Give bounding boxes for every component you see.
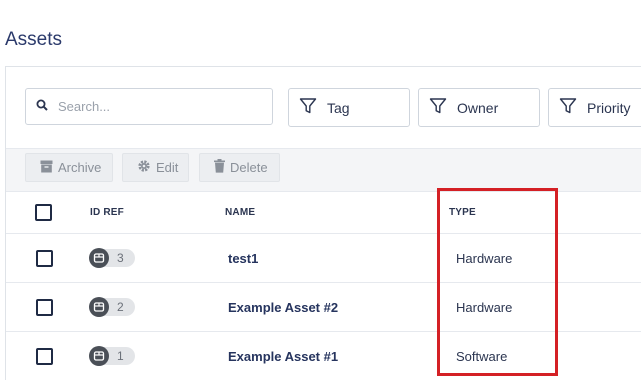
- row-checkbox[interactable]: [36, 249, 53, 267]
- column-header-type[interactable]: TYPE: [449, 192, 476, 233]
- archive-label: Archive: [58, 160, 102, 175]
- column-header-label: NAME: [225, 207, 256, 218]
- id-ref-badge: 1: [89, 346, 135, 366]
- asset-type: Software: [456, 348, 508, 364]
- delete-button[interactable]: Delete: [199, 153, 280, 182]
- row-select-cell: [36, 283, 53, 331]
- archive-icon: [40, 160, 53, 176]
- action-bar: Archive Edit Delete: [6, 149, 641, 192]
- column-header-label: ID REF: [90, 207, 124, 218]
- assets-table: ID REF NAME TYPE 3 test1 Hardware 2 Exam…: [6, 192, 641, 380]
- id-ref-number: 3: [117, 251, 124, 265]
- search-input[interactable]: [56, 98, 260, 115]
- gear-icon: [137, 159, 151, 176]
- page-title: Assets: [5, 29, 63, 50]
- type-cell: Hardware: [456, 283, 512, 331]
- table-row[interactable]: 1 Example Asset #1 Software: [6, 332, 641, 380]
- type-cell: Hardware: [456, 234, 512, 282]
- asset-box-icon: [89, 346, 109, 366]
- id-ref-badge: 3: [89, 248, 135, 268]
- owner-filter-button[interactable]: Owner: [418, 88, 540, 127]
- assets-panel: Tag Owner Priority Archive: [5, 66, 641, 380]
- archive-button[interactable]: Archive: [25, 153, 113, 182]
- filter-bar: Tag Owner Priority: [6, 67, 641, 149]
- type-cell: Software: [456, 332, 507, 380]
- search-box[interactable]: [25, 88, 273, 125]
- tag-filter-label: Tag: [327, 99, 350, 116]
- edit-label: Edit: [156, 160, 179, 175]
- asset-box-icon: [89, 297, 109, 317]
- asset-type: Hardware: [456, 299, 513, 315]
- asset-name-link[interactable]: Example Asset #1: [228, 349, 338, 364]
- table-header-row: ID REF NAME TYPE: [6, 192, 641, 234]
- name-cell: test1: [228, 234, 258, 282]
- column-header-label: TYPE: [449, 207, 476, 218]
- edit-button[interactable]: Edit: [122, 153, 189, 182]
- row-checkbox[interactable]: [36, 347, 53, 365]
- select-all-checkbox[interactable]: [35, 204, 52, 221]
- tag-filter-button[interactable]: Tag: [288, 88, 410, 127]
- owner-filter-label: Owner: [457, 99, 499, 116]
- id-ref-badge: 2: [89, 297, 135, 317]
- asset-box-icon: [89, 248, 109, 268]
- asset-type: Hardware: [456, 250, 513, 266]
- assets-page: Assets Tag: [0, 0, 641, 380]
- id-ref-number: 1: [117, 349, 124, 363]
- asset-name-link[interactable]: Example Asset #2: [228, 300, 338, 315]
- filter-icon: [559, 97, 577, 118]
- filter-icon: [299, 97, 317, 118]
- row-checkbox[interactable]: [36, 298, 53, 316]
- column-header-name[interactable]: NAME: [225, 192, 255, 233]
- id-ref-number: 2: [117, 300, 124, 314]
- id-ref-cell: 2: [89, 283, 135, 331]
- id-ref-cell: 1: [89, 332, 135, 380]
- table-row[interactable]: 3 test1 Hardware: [6, 234, 641, 283]
- table-row[interactable]: 2 Example Asset #2 Hardware: [6, 283, 641, 332]
- name-cell: Example Asset #1: [228, 332, 338, 380]
- priority-filter-label: Priority: [587, 99, 631, 116]
- search-icon: [36, 98, 48, 116]
- asset-name-link[interactable]: test1: [228, 251, 258, 266]
- row-select-cell: [36, 234, 53, 282]
- delete-label: Delete: [230, 160, 268, 175]
- name-cell: Example Asset #2: [228, 283, 338, 331]
- column-header-id-ref[interactable]: ID REF: [90, 192, 124, 233]
- trash-icon: [214, 159, 225, 176]
- id-ref-cell: 3: [89, 234, 135, 282]
- select-all-cell: [35, 192, 52, 233]
- priority-filter-button[interactable]: Priority: [548, 88, 641, 127]
- filter-icon: [429, 97, 447, 118]
- row-select-cell: [36, 332, 53, 380]
